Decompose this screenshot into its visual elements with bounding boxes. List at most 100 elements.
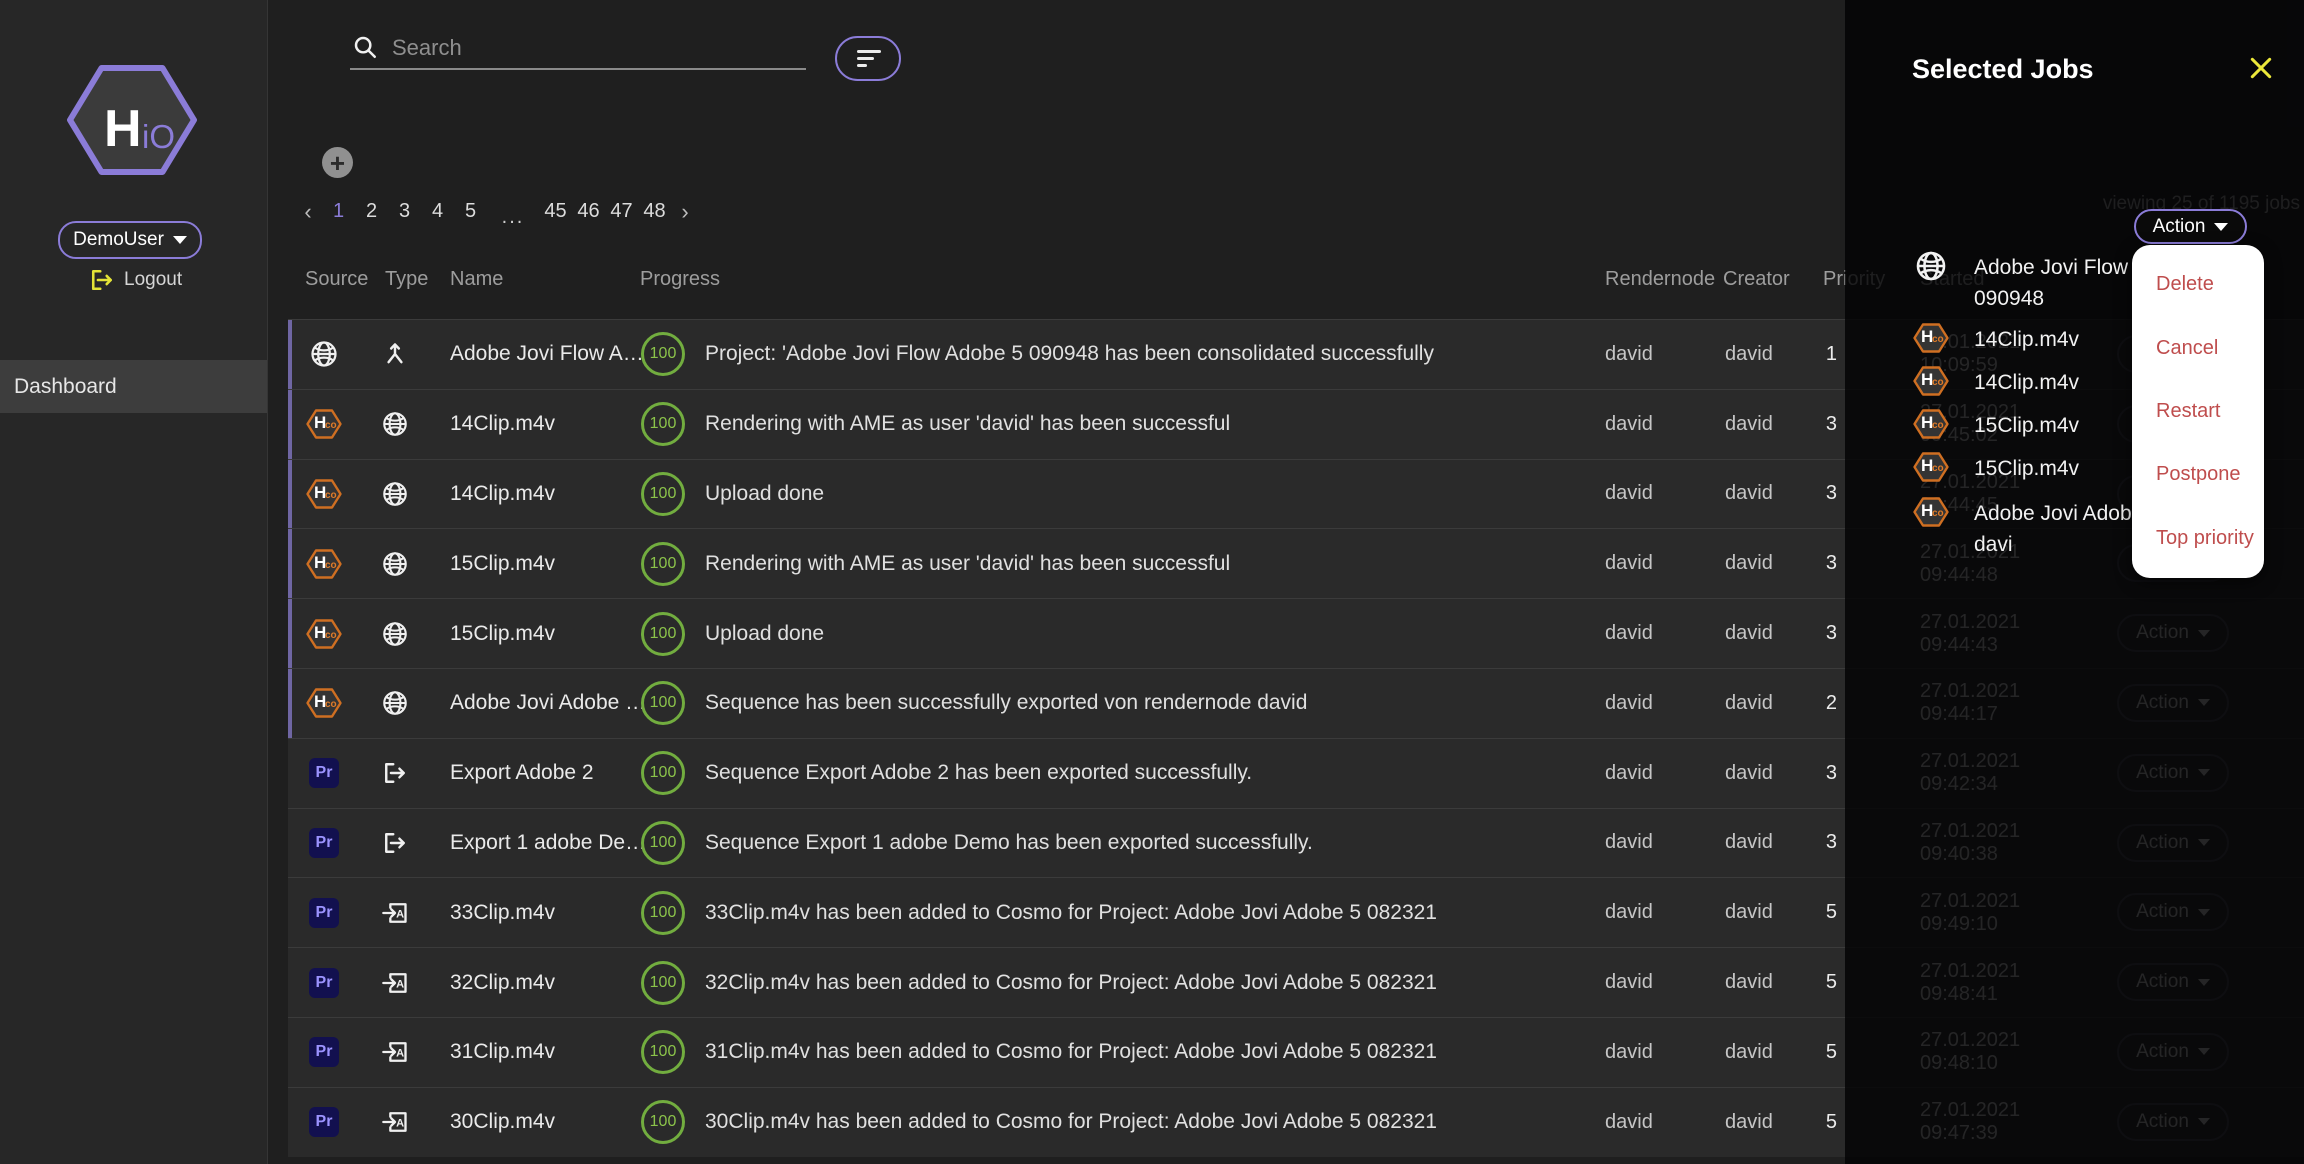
page-46[interactable]: 46 <box>572 200 605 223</box>
source-premiere-icon: Pr <box>304 739 344 808</box>
job-message: 32Clip.m4v has been added to Cosmo for P… <box>705 948 1605 1017</box>
creator-value: david <box>1725 878 1815 947</box>
selected-indicator <box>288 599 292 668</box>
progress-ring: 100 <box>641 739 685 808</box>
user-menu-button[interactable]: DemoUser <box>58 221 202 259</box>
dashboard-label: Dashboard <box>14 375 117 399</box>
progress-ring: 100 <box>641 948 685 1017</box>
search-input[interactable] <box>390 34 806 62</box>
progress-ring: 100 <box>641 529 685 598</box>
type-add-to-cosmo-icon <box>378 1018 412 1087</box>
type-consolidate-icon <box>378 320 412 389</box>
priority-value: 3 <box>1815 529 1837 598</box>
source-premiere-icon: Pr <box>304 948 344 1017</box>
rendernode-value: david <box>1605 669 1715 738</box>
source-premiere-icon: Pr <box>304 809 344 878</box>
job-message: Upload done <box>705 460 1605 529</box>
filter-button[interactable] <box>835 36 901 81</box>
source-hco-icon: Hco <box>304 599 344 668</box>
type-web-icon <box>378 390 412 459</box>
add-job-button[interactable]: + <box>322 147 353 178</box>
creator-value: david <box>1725 809 1815 878</box>
creator-value: david <box>1725 1088 1815 1157</box>
col-rendernode: Rendernode <box>1605 268 1715 291</box>
job-message: Sequence Export Adobe 2 has been exporte… <box>705 739 1605 808</box>
creator-value: david <box>1725 460 1815 529</box>
progress-ring: 100 <box>641 878 685 947</box>
menu-item-restart[interactable]: Restart <box>2132 400 2264 423</box>
job-message: 31Clip.m4v has been added to Cosmo for P… <box>705 1018 1605 1087</box>
source-web-icon <box>304 320 344 389</box>
creator-value: david <box>1725 1018 1815 1087</box>
page-47[interactable]: 47 <box>605 200 638 223</box>
job-message: 30Clip.m4v has been added to Cosmo for P… <box>705 1088 1605 1157</box>
logo-letters-io: iO <box>142 118 175 155</box>
type-web-icon <box>378 529 412 598</box>
priority-value: 5 <box>1815 1088 1837 1157</box>
source-premiere-icon: Pr <box>304 1088 344 1157</box>
progress-ring: 100 <box>641 460 685 529</box>
selected-indicator <box>288 669 292 738</box>
page-1[interactable]: 1 <box>322 200 355 223</box>
type-add-to-cosmo-icon <box>378 948 412 1017</box>
selected-indicator <box>288 460 292 529</box>
search-field <box>350 28 806 70</box>
job-message: Upload done <box>705 599 1605 668</box>
pagination-ellipsis: ... <box>487 206 539 229</box>
rendernode-value: david <box>1605 320 1715 389</box>
chevron-down-icon <box>2214 223 2228 231</box>
page-45[interactable]: 45 <box>539 200 572 223</box>
page-48[interactable]: 48 <box>638 200 671 223</box>
close-icon[interactable] <box>2248 55 2274 81</box>
menu-item-top-priority[interactable]: Top priority <box>2132 527 2264 550</box>
prev-page-button[interactable]: ‹ <box>294 199 322 225</box>
type-add-to-cosmo-icon <box>378 878 412 947</box>
priority-value: 3 <box>1815 809 1837 878</box>
menu-item-cancel[interactable]: Cancel <box>2132 337 2264 360</box>
progress-ring: 100 <box>641 1088 685 1157</box>
hco-icon: Hco <box>1912 321 1950 355</box>
job-message: Rendering with AME as user 'david' has b… <box>705 529 1605 598</box>
page-5[interactable]: 5 <box>454 200 487 223</box>
selected-indicator <box>288 320 292 389</box>
hco-icon: Hco <box>1912 407 1950 441</box>
creator-value: david <box>1725 390 1815 459</box>
job-message: Sequence Export 1 adobe Demo has been ex… <box>705 809 1605 878</box>
filter-icon <box>857 50 881 53</box>
next-page-button[interactable]: › <box>671 199 699 225</box>
priority-value: 3 <box>1815 739 1837 808</box>
page-3[interactable]: 3 <box>388 200 421 223</box>
chevron-down-icon <box>173 236 187 244</box>
menu-item-delete[interactable]: Delete <box>2132 273 2264 296</box>
priority-value: 5 <box>1815 948 1837 1017</box>
type-add-to-cosmo-icon <box>378 1088 412 1157</box>
job-message: Rendering with AME as user 'david' has b… <box>705 390 1605 459</box>
progress-ring: 100 <box>641 599 685 668</box>
progress-ring: 100 <box>641 1018 685 1087</box>
rendernode-value: david <box>1605 529 1715 598</box>
bulk-action-button[interactable]: Action <box>2134 209 2247 244</box>
sidebar-item-dashboard[interactable]: Dashboard <box>0 360 267 413</box>
priority-value: 1 <box>1815 320 1837 389</box>
source-premiere-icon: Pr <box>304 878 344 947</box>
col-source: Source <box>305 268 368 291</box>
job-message: 33Clip.m4v has been added to Cosmo for P… <box>705 878 1605 947</box>
source-hco-icon: Hco <box>304 669 344 738</box>
col-progress: Progress <box>640 268 720 291</box>
col-name: Name <box>450 268 503 291</box>
hco-icon: Hco <box>1912 364 1950 398</box>
job-message: Sequence has been successfully exported … <box>705 669 1605 738</box>
job-name: Adobe Jovi Flow A <box>1974 256 2147 279</box>
page-4[interactable]: 4 <box>421 200 454 223</box>
creator-value: david <box>1725 320 1815 389</box>
priority-value: 3 <box>1815 460 1837 529</box>
menu-item-postpone[interactable]: Postpone <box>2132 463 2264 486</box>
selected-indicator <box>288 390 292 459</box>
source-hco-icon: Hco <box>304 529 344 598</box>
rendernode-value: david <box>1605 1088 1715 1157</box>
rendernode-value: david <box>1605 878 1715 947</box>
selected-indicator <box>288 529 292 598</box>
creator-value: david <box>1725 599 1815 668</box>
page-2[interactable]: 2 <box>355 200 388 223</box>
web-icon <box>1912 249 1950 283</box>
